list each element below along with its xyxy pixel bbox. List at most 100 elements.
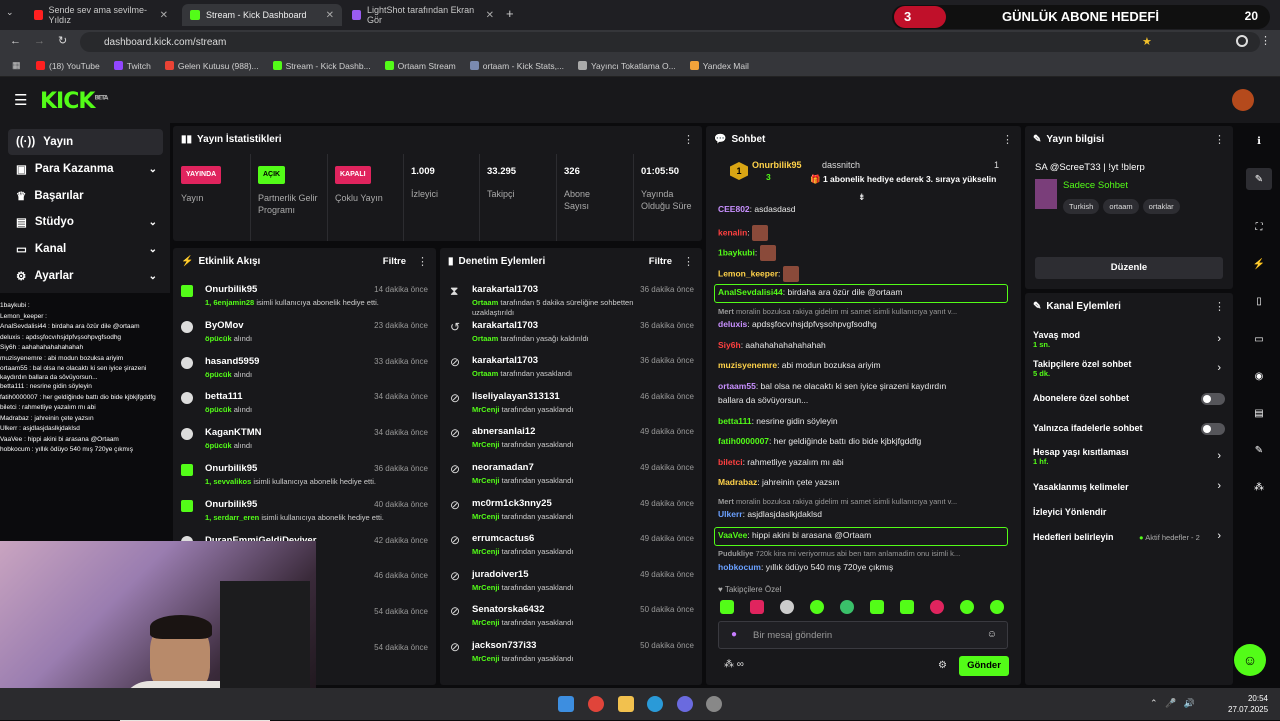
- bookmark-youtube[interactable]: (18) YouTube: [36, 61, 100, 71]
- chat-username[interactable]: ortaam55: [718, 381, 756, 391]
- chevron-right-icon[interactable]: ›: [1217, 480, 1221, 492]
- bookmark-kick-dashboard[interactable]: Stream - Kick Dashb...: [272, 61, 371, 71]
- chevron-right-icon[interactable]: ›: [1217, 333, 1221, 345]
- send-button[interactable]: Gönder: [959, 656, 1009, 676]
- more-icon[interactable]: ⋮: [1214, 133, 1225, 146]
- filter-button[interactable]: Filtre: [383, 256, 406, 267]
- chat-username[interactable]: Mert: [718, 307, 734, 316]
- subscribers-only-toggle[interactable]: [1201, 393, 1225, 405]
- more-icon[interactable]: ⋮: [1002, 133, 1013, 146]
- emote-icon[interactable]: [900, 600, 914, 614]
- tag[interactable]: Turkish: [1063, 199, 1100, 214]
- emote-icon[interactable]: [990, 600, 1004, 614]
- chat-username[interactable]: muzisyenemre: [718, 360, 777, 370]
- document-icon[interactable]: ▯: [1250, 292, 1268, 310]
- bookmark-tokatlama[interactable]: Yayıncı Tokatlama O...: [578, 61, 676, 71]
- chat-username[interactable]: CEE802: [718, 204, 750, 214]
- close-icon[interactable]: ✕: [486, 10, 494, 21]
- chat-username[interactable]: biletci: [718, 457, 743, 467]
- chat-username[interactable]: Lemon_keeper: [718, 268, 778, 278]
- more-icon[interactable]: ⋮: [1214, 300, 1225, 313]
- chevron-right-icon[interactable]: ›: [1217, 362, 1221, 374]
- chat-username[interactable]: Madrabaz: [718, 477, 757, 487]
- layout-icon[interactable]: ▤: [1250, 404, 1268, 422]
- sidebar-item-yayin[interactable]: ((·)) Yayın: [8, 129, 163, 155]
- reload-icon[interactable]: ↻: [58, 34, 67, 47]
- windows-start-icon[interactable]: [558, 696, 574, 712]
- kick-logo[interactable]: KICKBETA: [40, 89, 108, 114]
- tray-icons[interactable]: ⌃ 🎤 🔊: [1150, 698, 1195, 709]
- info-icon[interactable]: ℹ: [1250, 132, 1268, 150]
- microphone-icon[interactable]: ●: [731, 629, 737, 640]
- bookmark-gmail[interactable]: Gelen Kutusu (988)...: [164, 61, 259, 71]
- bookmark-twitch[interactable]: Twitch: [113, 61, 151, 71]
- edge-icon[interactable]: [647, 696, 663, 712]
- new-tab-icon[interactable]: +: [506, 6, 514, 21]
- emote-icon[interactable]: [930, 600, 944, 614]
- chat-username[interactable]: deluxis: [718, 319, 747, 329]
- chevron-right-icon[interactable]: ›: [1217, 450, 1221, 462]
- emote-icon[interactable]: [750, 600, 764, 614]
- browser-tab-2[interactable]: Stream - Kick Dashboard ✕: [182, 4, 342, 26]
- bookmark-kick-stats[interactable]: ortaam - Kick Stats,...: [469, 61, 564, 71]
- chat-username[interactable]: fatih0000007: [718, 436, 769, 446]
- more-icon[interactable]: ⋮: [683, 255, 694, 268]
- apps-icon[interactable]: ⁂: [1250, 478, 1268, 496]
- bookmark-yandex-mail[interactable]: Yandex Mail: [689, 61, 749, 71]
- bookmark-star-icon[interactable]: ★: [1142, 35, 1152, 48]
- emoji-icon[interactable]: ☺: [987, 629, 997, 640]
- emote-only-toggle[interactable]: [1201, 423, 1225, 435]
- fullscreen-icon[interactable]: ⛶: [1250, 218, 1268, 236]
- chat-username[interactable]: Ulkerr: [718, 509, 743, 519]
- forward-icon[interactable]: →: [34, 35, 45, 47]
- gift-prompt[interactable]: 🎁 1 abonelik hediye ederek 3. sıraya yük…: [810, 174, 996, 185]
- sidebar-item-kanal[interactable]: ▭ Kanal ⌄: [8, 236, 163, 262]
- emote-icon[interactable]: [720, 600, 734, 614]
- action-account-age[interactable]: Hesap yaşı kısıtlaması 1 hf.: [1033, 447, 1223, 466]
- sidebar-item-basarilar[interactable]: ♛ Başarılar: [8, 183, 163, 209]
- tab-list-icon[interactable]: ⌄: [6, 7, 14, 18]
- chat-username[interactable]: kenalin: [718, 227, 747, 237]
- filter-button[interactable]: Filtre: [649, 256, 672, 267]
- category-name[interactable]: Sadece Sohbet: [1063, 180, 1128, 191]
- menu-icon[interactable]: ⋮: [1260, 34, 1271, 47]
- url-field[interactable]: dashboard.kick.com/stream: [80, 32, 1260, 52]
- more-icon[interactable]: ⋮: [417, 255, 428, 268]
- chat-icon[interactable]: ▭: [1250, 330, 1268, 348]
- hamburger-icon[interactable]: ☰: [14, 91, 27, 109]
- chat-username[interactable]: hobkocum: [718, 562, 761, 572]
- pencil-icon[interactable]: ✎: [1246, 168, 1272, 190]
- more-icon[interactable]: ⋮: [683, 133, 694, 146]
- tag[interactable]: ortaam: [1103, 199, 1139, 214]
- sidebar-item-studyo[interactable]: ▤ Stüdyo ⌄: [8, 209, 163, 235]
- emote-icon[interactable]: [840, 600, 854, 614]
- emote-icon[interactable]: [810, 600, 824, 614]
- sidebar-item-ayarlar[interactable]: ⚙ Ayarlar ⌄: [8, 263, 163, 289]
- bookmark-ortaam-stream[interactable]: Ortaam Stream: [384, 61, 456, 71]
- sidebar-item-para-kazanma[interactable]: ▣ Para Kazanma ⌄: [8, 156, 163, 182]
- tag[interactable]: ortaklar: [1142, 199, 1180, 214]
- folder-icon[interactable]: [618, 696, 634, 712]
- chat-username[interactable]: Siy6h: [718, 340, 741, 350]
- obs-icon[interactable]: [706, 696, 722, 712]
- lightning-icon[interactable]: ⚡: [1250, 255, 1268, 273]
- profile-icon[interactable]: [1236, 35, 1248, 47]
- scroll-down-icon[interactable]: ⇟: [858, 192, 866, 203]
- browser-tab-1[interactable]: Sende sev ama sevilme- Yıldız ✕: [26, 4, 176, 26]
- back-icon[interactable]: ←: [10, 35, 21, 47]
- emote-icon[interactable]: [960, 600, 974, 614]
- action-followers-only[interactable]: Takipçilere özel sohbet 5 dk.: [1033, 359, 1223, 378]
- emote-icon[interactable]: [870, 600, 884, 614]
- broadcast-icon[interactable]: ◉: [1250, 367, 1268, 385]
- chat-input[interactable]: ● Bir mesaj gönderin ☺: [718, 621, 1008, 649]
- chat-username[interactable]: 1baykubi: [718, 247, 755, 257]
- help-button[interactable]: ☺: [1234, 644, 1266, 676]
- chat-username[interactable]: Pudukliye: [718, 549, 753, 558]
- chat-username[interactable]: AnalSevdalisi44: [718, 287, 783, 297]
- chrome-icon[interactable]: [588, 696, 604, 712]
- points-icon[interactable]: ⁂ ∞: [724, 659, 744, 670]
- chat-username[interactable]: Mert: [718, 497, 734, 506]
- chat-username[interactable]: VaaVee: [718, 530, 747, 540]
- clock[interactable]: 20:54 27.07.2025: [1228, 693, 1268, 715]
- action-slow-mode[interactable]: Yavaş mod 1 sn.: [1033, 330, 1223, 349]
